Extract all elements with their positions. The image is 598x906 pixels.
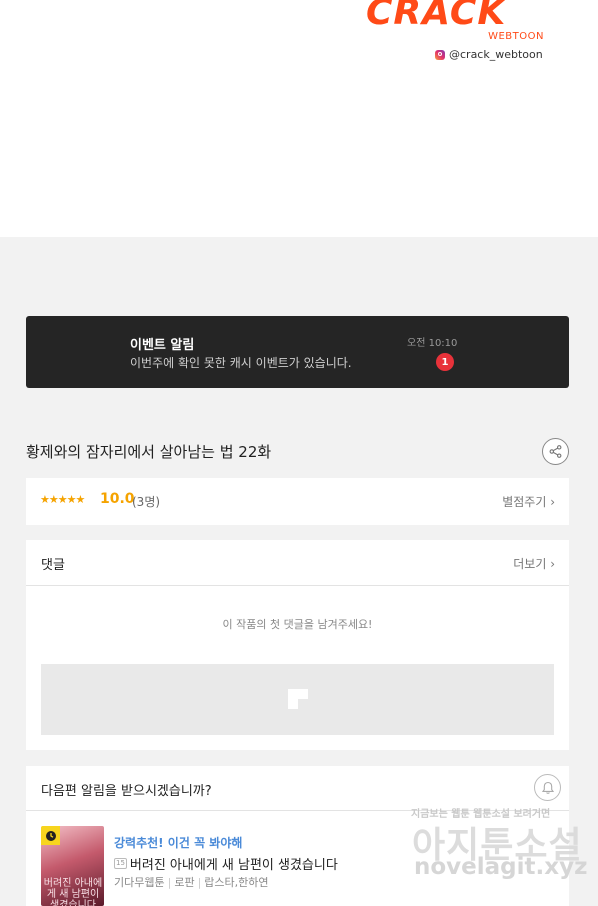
recommended-title[interactable]: 15 버려진 아내에게 새 남편이 생겼습니다	[114, 854, 338, 873]
rate-button[interactable]: 별점주기 ›	[502, 493, 555, 510]
recommended-title-text: 버려진 아내에게 새 남편이 생겼습니다	[129, 858, 338, 873]
meta-authors: 랍스타,한하연	[204, 876, 269, 889]
meta-genre: 로판	[174, 876, 195, 889]
share-button[interactable]	[542, 438, 569, 465]
comments-card: 댓글 더보기 › 이 작품의 첫 댓글을 남겨주세요!	[26, 540, 569, 750]
recommendation-label: 강력추천! 이건 꼭 봐야해	[114, 836, 243, 850]
clock-icon	[45, 830, 56, 841]
rating-stars: ★★★★★	[40, 493, 85, 506]
comments-empty-message: 이 작품의 첫 댓글을 남겨주세요!	[222, 618, 373, 631]
rating-votes: (3명)	[132, 495, 161, 509]
share-icon	[549, 445, 562, 458]
instagram-handle: @crack_webtoon	[435, 48, 543, 61]
comments-title: 댓글	[41, 558, 65, 573]
event-description: 이번주에 확인 못한 캐시 이벤트가 있습니다.	[130, 356, 352, 370]
recommended-meta: 기다무웹툰 | 로판 | 랍스타,한하연	[114, 876, 269, 889]
notification-bell-button[interactable]	[534, 774, 561, 801]
next-episode-question: 다음편 알림을 받으시겠습니까?	[41, 784, 212, 799]
age-rating-badge: 15	[114, 858, 127, 869]
wait-free-badge	[41, 826, 60, 845]
recommended-thumbnail[interactable]: 버려진 아내에게 새 남편이 생겼습니다	[41, 826, 104, 906]
comment-input-box[interactable]	[41, 664, 554, 735]
instagram-handle-text: @crack_webtoon	[449, 48, 543, 61]
event-count-badge: 1	[436, 353, 454, 371]
next-episode-header: 다음편 알림을 받으시겠습니까?	[26, 766, 569, 811]
thumbnail-cover-title: 버려진 아내에게 새 남편이 생겼습니다	[43, 878, 103, 906]
next-episode-card: 다음편 알림을 받으시겠습니까? 버려진 아내에게 새 남편이 생겼습니다 강력…	[26, 766, 569, 906]
rating-score: 10.0	[100, 491, 135, 507]
comments-header: 댓글 더보기 ›	[26, 540, 569, 586]
meta-type: 기다무웹툰	[114, 876, 165, 889]
rating-card: ★★★★★ 10.0 (3명) 별점주기 ›	[26, 478, 569, 525]
crack-webtoon-logo: CRACK WEBTOON @crack_webtoon	[366, 0, 546, 62]
instagram-icon	[435, 49, 445, 60]
crack-logo-mark: CRACK	[366, 0, 507, 33]
event-time: 오전 10:10	[407, 338, 458, 349]
viewer-bottom-area: CRACK WEBTOON @crack_webtoon	[0, 0, 598, 237]
comment-placeholder-icon	[288, 689, 308, 709]
event-notification-banner[interactable]: 이벤트 알림 이번주에 확인 못한 캐시 이벤트가 있습니다. 오전 10:10…	[26, 316, 569, 388]
bell-icon	[541, 781, 554, 794]
crack-logo-sub: WEBTOON	[488, 31, 544, 42]
event-title: 이벤트 알림	[130, 338, 195, 353]
episode-title: 황제와의 잠자리에서 살아남는 법 22화	[26, 443, 272, 461]
comments-more-link[interactable]: 더보기 ›	[513, 555, 555, 572]
